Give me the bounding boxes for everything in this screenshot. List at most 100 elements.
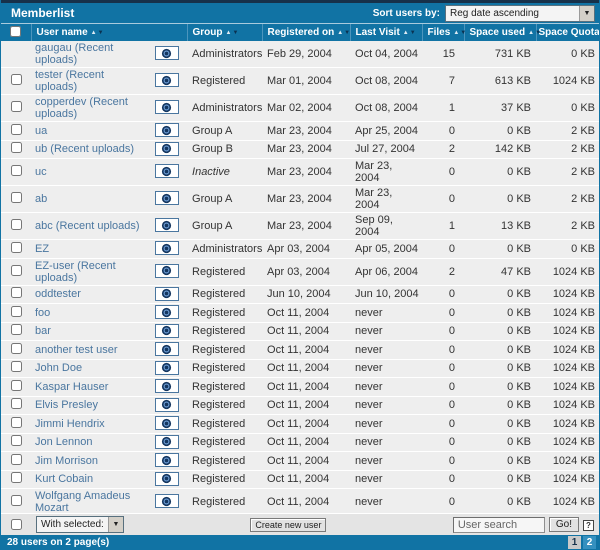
space-used-cell: 0 KB bbox=[464, 304, 536, 323]
username-link[interactable]: Elvis Presley bbox=[35, 399, 98, 411]
username-link[interactable]: ua bbox=[35, 125, 47, 137]
profile-button[interactable] bbox=[155, 494, 179, 508]
username-link[interactable]: Kurt Cobain bbox=[35, 473, 93, 485]
username-link[interactable]: tester (Recent uploads) bbox=[35, 69, 104, 93]
profile-button[interactable] bbox=[155, 164, 179, 178]
space-quota-cell: 1024 KB bbox=[536, 378, 599, 397]
row-checkbox[interactable] bbox=[11, 361, 22, 372]
profile-button[interactable] bbox=[155, 73, 179, 87]
row-checkbox[interactable] bbox=[11, 306, 22, 317]
username-link[interactable]: copperdev (Recent uploads) bbox=[35, 96, 128, 120]
col-header-group: Group▲▼ bbox=[187, 24, 262, 41]
row-checkbox[interactable] bbox=[11, 472, 22, 483]
row-checkbox[interactable] bbox=[11, 165, 22, 176]
username-link[interactable]: Jon Lennon bbox=[35, 436, 93, 448]
row-checkbox[interactable] bbox=[11, 324, 22, 335]
profile-button[interactable] bbox=[155, 379, 179, 393]
username-link[interactable]: bar bbox=[35, 325, 51, 337]
profile-button[interactable] bbox=[155, 123, 179, 137]
username-link[interactable]: oddtester bbox=[35, 288, 81, 300]
table-row: Jon Lennon Registered Oct 11, 2004 never… bbox=[1, 433, 599, 452]
username-link[interactable]: John Doe bbox=[35, 362, 82, 374]
row-checkbox[interactable] bbox=[11, 219, 22, 230]
sort-asc-icon[interactable]: ▲ bbox=[226, 30, 232, 36]
footer-select-all-checkbox[interactable] bbox=[11, 519, 22, 530]
row-checkbox[interactable] bbox=[11, 417, 22, 428]
username-link[interactable]: Wolfgang Amadeus Mozart bbox=[35, 490, 130, 513]
sort-asc-icon[interactable]: ▲ bbox=[337, 30, 343, 36]
profile-button[interactable] bbox=[155, 361, 179, 375]
profile-button[interactable] bbox=[155, 218, 179, 232]
profile-button[interactable] bbox=[155, 264, 179, 278]
profile-button[interactable] bbox=[155, 241, 179, 255]
row-checkbox[interactable] bbox=[11, 142, 22, 153]
username-link[interactable]: Jim Morrison bbox=[35, 455, 98, 467]
username-link[interactable]: uc bbox=[35, 166, 47, 178]
username-link[interactable]: foo bbox=[35, 307, 50, 319]
sort-asc-icon[interactable]: ▲ bbox=[403, 30, 409, 36]
profile-button[interactable] bbox=[155, 398, 179, 412]
profile-button[interactable] bbox=[155, 342, 179, 356]
row-checkbox[interactable] bbox=[11, 74, 22, 85]
group-cell: Group A bbox=[187, 213, 262, 240]
row-checkbox[interactable] bbox=[11, 124, 22, 135]
profile-button[interactable] bbox=[155, 472, 179, 486]
profile-button[interactable] bbox=[155, 324, 179, 338]
row-checkbox[interactable] bbox=[11, 398, 22, 409]
sort-asc-icon[interactable]: ▲ bbox=[453, 30, 459, 36]
go-button[interactable]: Go! bbox=[549, 517, 579, 532]
profile-button[interactable] bbox=[155, 416, 179, 430]
username-link[interactable]: Jimmi Hendrix bbox=[35, 418, 105, 430]
profile-button[interactable] bbox=[155, 287, 179, 301]
help-icon[interactable]: ? bbox=[583, 520, 594, 531]
username-link[interactable]: Kaspar Hauser bbox=[35, 381, 108, 393]
sort-desc-icon[interactable]: ▼ bbox=[460, 30, 466, 36]
sort-desc-icon[interactable]: ▼ bbox=[344, 30, 350, 36]
sort-asc-icon[interactable]: ▲ bbox=[91, 30, 97, 36]
registered-cell: Apr 03, 2004 bbox=[262, 240, 350, 259]
profile-button[interactable] bbox=[155, 305, 179, 319]
sort-desc-icon[interactable]: ▼ bbox=[410, 30, 416, 36]
row-checkbox[interactable] bbox=[11, 435, 22, 446]
row-checkbox[interactable] bbox=[11, 287, 22, 298]
group-cell: Administrators bbox=[187, 41, 262, 68]
username-link[interactable]: ab bbox=[35, 193, 47, 205]
username-link[interactable]: abc (Recent uploads) bbox=[35, 220, 140, 232]
profile-icon bbox=[161, 418, 172, 429]
row-checkbox[interactable] bbox=[11, 380, 22, 391]
profile-button[interactable] bbox=[155, 453, 179, 467]
pagination: 12 bbox=[566, 536, 596, 549]
username-link[interactable]: another test user bbox=[35, 344, 118, 356]
user-search-input[interactable] bbox=[453, 517, 545, 533]
sort-users-select[interactable]: Reg date ascending ▼ bbox=[445, 5, 595, 22]
profile-button[interactable] bbox=[155, 100, 179, 114]
select-all-checkbox[interactable] bbox=[10, 26, 21, 37]
row-select-cell bbox=[1, 396, 31, 415]
sort-desc-icon[interactable]: ▼ bbox=[232, 30, 238, 36]
files-cell: 0 bbox=[422, 433, 464, 452]
row-checkbox[interactable] bbox=[11, 242, 22, 253]
create-new-user-button[interactable]: Create new user bbox=[250, 518, 326, 532]
username-link[interactable]: ub (Recent uploads) bbox=[35, 143, 134, 155]
row-checkbox[interactable] bbox=[11, 101, 22, 112]
sort-desc-icon[interactable]: ▼ bbox=[98, 30, 104, 36]
col-header-last-visit: Last Visit▲▼ bbox=[350, 24, 422, 41]
page-button-2[interactable]: 2 bbox=[583, 536, 596, 549]
username-link[interactable]: EZ-user (Recent uploads) bbox=[35, 260, 116, 284]
profile-button[interactable] bbox=[155, 46, 179, 60]
row-checkbox[interactable] bbox=[11, 192, 22, 203]
username-link[interactable]: gaugau (Recent uploads) bbox=[35, 42, 113, 66]
files-cell: 0 bbox=[422, 159, 464, 186]
space-quota-cell: 1024 KB bbox=[536, 341, 599, 360]
row-checkbox[interactable] bbox=[11, 343, 22, 354]
with-selected-value: With selected: bbox=[37, 519, 108, 530]
profile-button[interactable] bbox=[155, 191, 179, 205]
username-link[interactable]: EZ bbox=[35, 243, 49, 255]
profile-button[interactable] bbox=[155, 142, 179, 156]
with-selected-select[interactable]: With selected: ▼ bbox=[36, 516, 124, 533]
row-checkbox[interactable] bbox=[11, 265, 22, 276]
profile-button[interactable] bbox=[155, 435, 179, 449]
row-checkbox[interactable] bbox=[11, 454, 22, 465]
row-checkbox[interactable] bbox=[11, 495, 22, 506]
sort-asc-icon[interactable]: ▲ bbox=[528, 30, 534, 36]
